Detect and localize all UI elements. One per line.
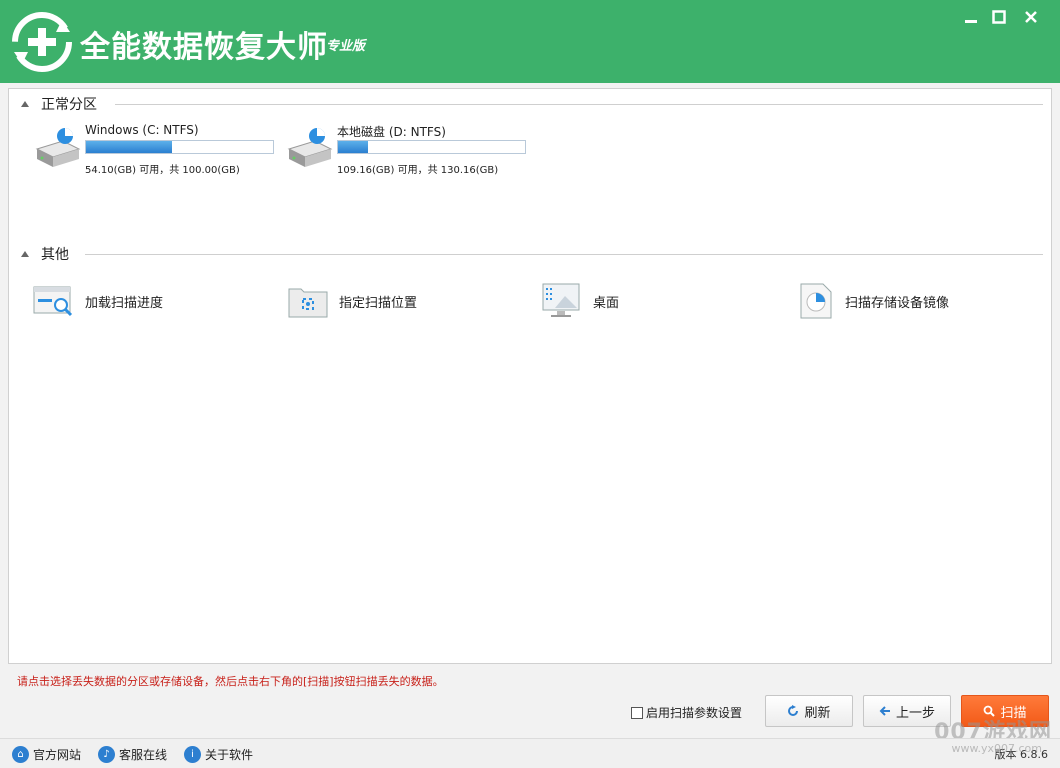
collapse-triangle-icon	[21, 101, 29, 107]
minimize-icon	[965, 20, 977, 23]
prev-step-label: 上一步	[895, 705, 935, 721]
minimize-button[interactable]	[958, 4, 984, 30]
desktop-item[interactable]: 桌面	[541, 281, 619, 321]
official-website-link[interactable]: ⌂ 官方网站	[12, 744, 81, 764]
refresh-button[interactable]: 刷新	[765, 695, 853, 727]
app-title: 全能数据恢复大师	[80, 30, 328, 65]
main-panel: 正常分区 Windows (C: NTFS) 54.10(GB) 可用，共 10…	[8, 88, 1052, 664]
drive-item-d[interactable]: 本地磁盘 (D: NTFS) 109.16(GB) 可用，共 130.16(GB…	[285, 123, 535, 183]
maximize-button[interactable]	[986, 4, 1012, 30]
desktop-icon	[542, 283, 580, 317]
enable-scan-params-label: 启用扫描参数设置	[646, 706, 743, 720]
drive-item-c[interactable]: Windows (C: NTFS) 54.10(GB) 可用，共 100.00(…	[33, 123, 283, 183]
disk-image-icon	[800, 283, 832, 319]
status-bar: ⌂ 官方网站 ♪ 客服在线 i 关于软件 版本 6.8.6	[0, 738, 1060, 768]
arrow-left-icon	[879, 706, 890, 716]
official-website-label: 官方网站	[33, 747, 82, 762]
specify-scan-location-label: 指定扫描位置	[339, 295, 418, 311]
app-edition: 专业版	[326, 39, 366, 54]
close-icon	[1025, 11, 1037, 23]
section-other-header[interactable]: 其他	[21, 245, 69, 263]
title-bar: 全能数据恢复大师 专业版	[0, 0, 1060, 83]
section-divider	[85, 254, 1043, 255]
scan-device-image-item[interactable]: 扫描存储设备镜像	[797, 281, 949, 321]
section-title: 其他	[41, 247, 69, 263]
desktop-label: 桌面	[593, 295, 620, 311]
watermark-url: www.yx007.com	[951, 742, 1042, 755]
app-logo-icon	[12, 12, 72, 72]
section-partitions-header[interactable]: 正常分区	[21, 95, 97, 113]
drive-usage-fill	[86, 141, 172, 153]
refresh-icon	[788, 705, 799, 716]
customer-service-label: 客服在线	[119, 747, 168, 762]
section-divider	[115, 104, 1043, 105]
close-button[interactable]	[1018, 4, 1044, 30]
home-icon: ⌂	[12, 745, 29, 763]
service-bell-icon: ♪	[98, 745, 115, 763]
load-scan-progress-item[interactable]: 加载扫描进度	[33, 281, 163, 321]
hard-drive-icon	[35, 128, 81, 167]
section-title: 正常分区	[41, 97, 97, 113]
collapse-triangle-icon	[21, 251, 29, 257]
drive-usage-bar	[337, 140, 526, 154]
drive-size-text: 54.10(GB) 可用，共 100.00(GB)	[85, 165, 240, 176]
drive-size-text: 109.16(GB) 可用，共 130.16(GB)	[337, 165, 499, 176]
specify-scan-location-item[interactable]: 指定扫描位置	[287, 281, 417, 321]
enable-scan-params-checkbox[interactable]: 启用扫描参数设置	[631, 704, 742, 721]
about-software-label: 关于软件	[205, 747, 254, 762]
folder-target-icon	[288, 288, 328, 318]
scan-device-image-label: 扫描存储设备镜像	[845, 295, 950, 311]
load-progress-icon	[33, 286, 73, 317]
customer-service-link[interactable]: ♪ 客服在线	[98, 744, 167, 764]
about-software-link[interactable]: i 关于软件	[184, 744, 253, 764]
refresh-label: 刷新	[804, 705, 831, 721]
drive-usage-fill	[338, 141, 369, 153]
hint-text: 请点击选择丢失数据的分区或存储设备，然后点击右下角的[扫描]按钮扫描丢失的数据。	[17, 675, 444, 688]
drive-label: Windows (C: NTFS)	[85, 123, 199, 137]
checkbox-box[interactable]	[631, 706, 643, 719]
load-scan-progress-label: 加载扫描进度	[85, 295, 164, 311]
drive-label: 本地磁盘 (D: NTFS)	[337, 125, 446, 139]
info-icon: i	[184, 745, 201, 763]
hard-drive-icon	[287, 128, 333, 167]
drive-usage-bar	[85, 140, 274, 154]
maximize-icon	[992, 10, 1006, 24]
